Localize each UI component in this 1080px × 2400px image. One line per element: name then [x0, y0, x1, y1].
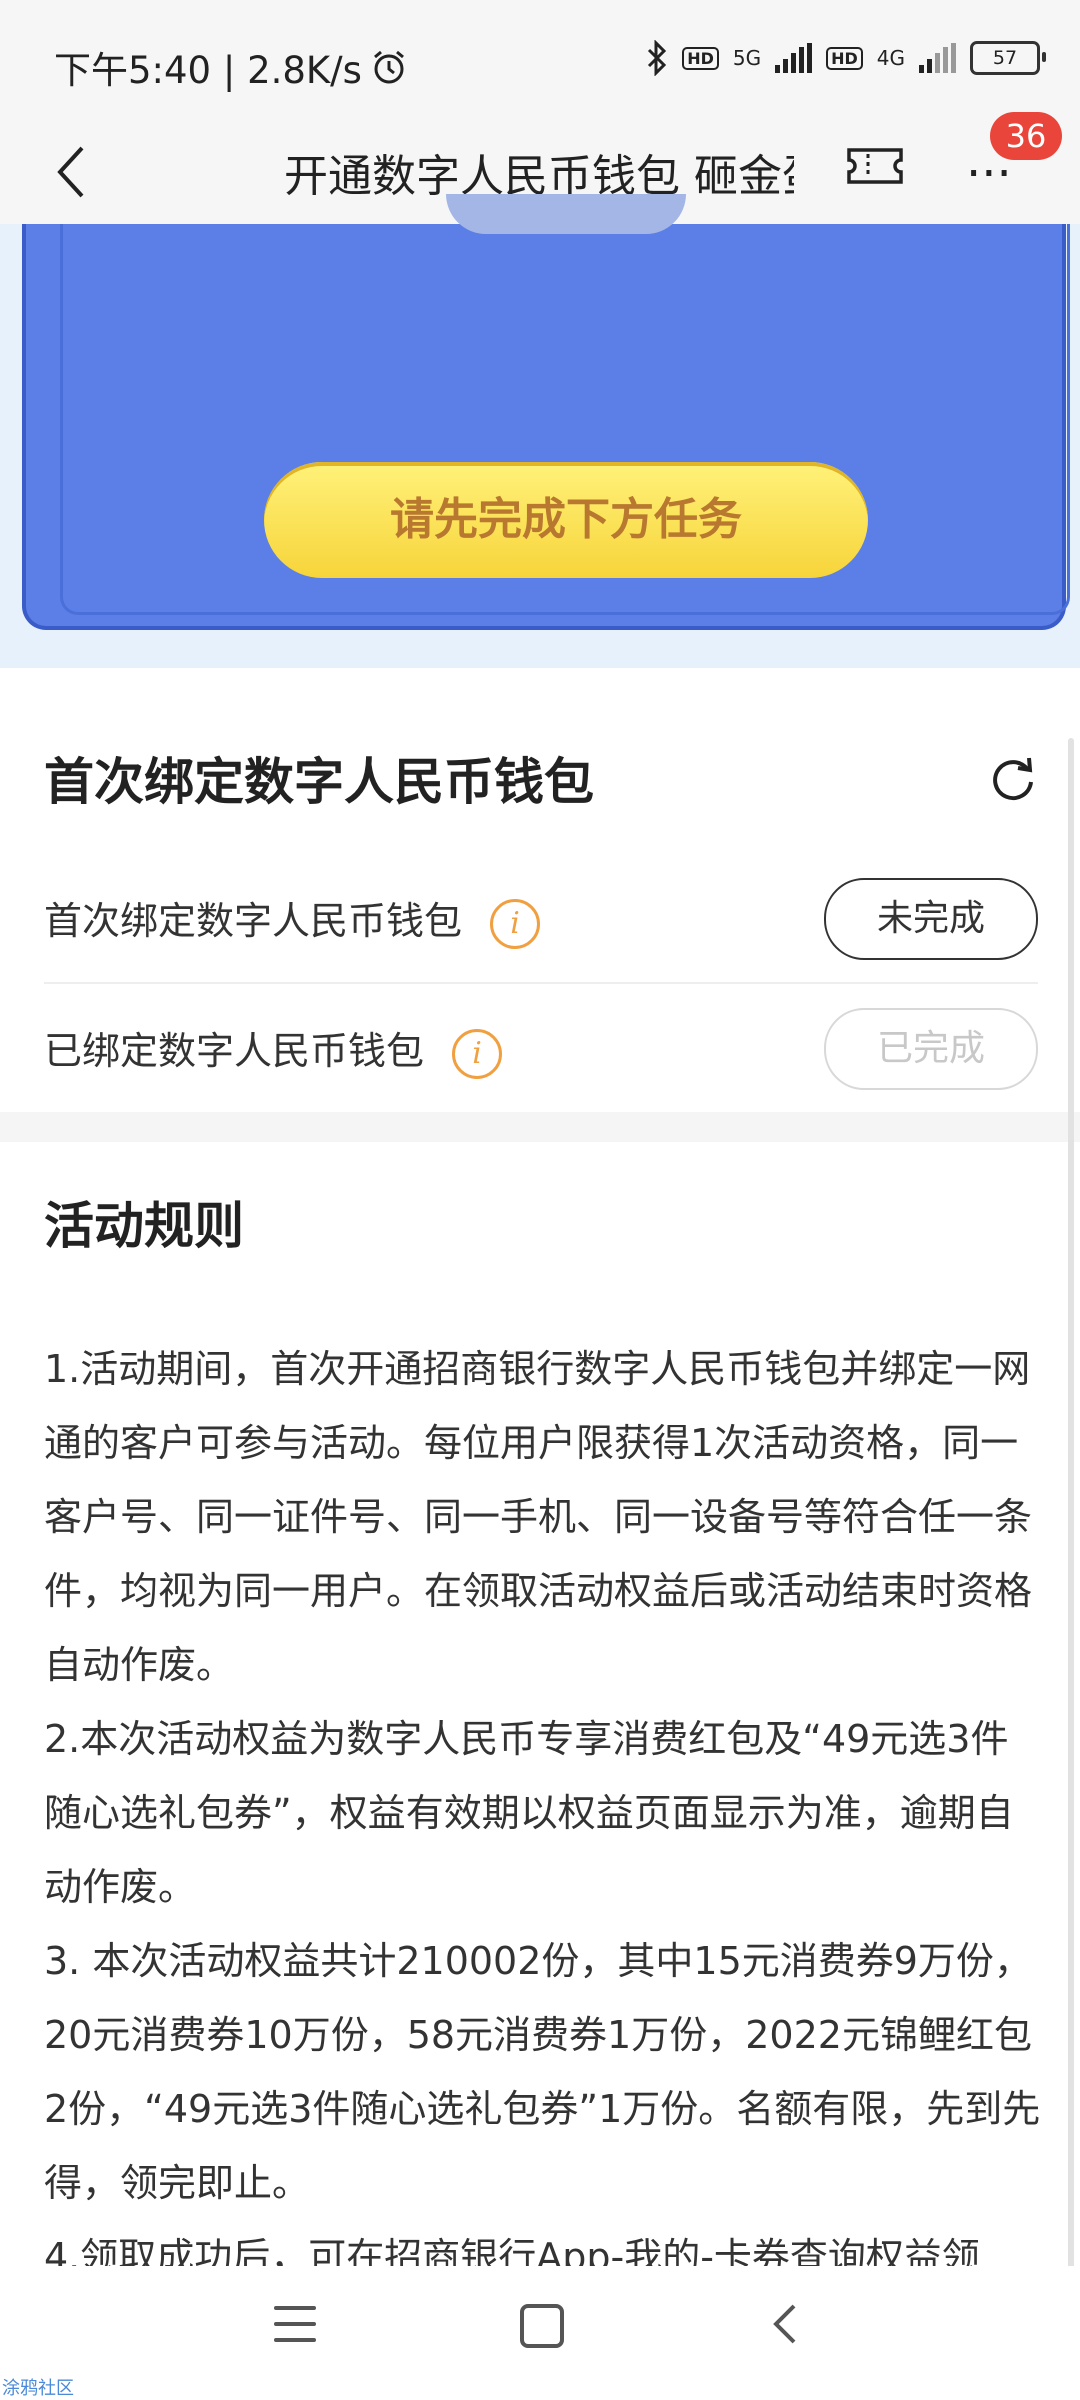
alarm-icon: [373, 50, 404, 84]
network-5g-label: 5G: [732, 46, 762, 70]
home-button[interactable]: [520, 2304, 564, 2348]
task-label: 已绑定数字人民币钱包: [44, 1029, 425, 1073]
task-label-wrap: 已绑定数字人民币钱包 i: [44, 1020, 503, 1079]
rules-text: 1.活动期间，首次开通招商银行数字人民币钱包并绑定一网通的客户可参与活动。每位用…: [44, 1347, 1041, 2279]
task-row: 已绑定数字人民币钱包 i 已完成: [44, 984, 1038, 1112]
task-section-title: 首次绑定数字人民币钱包: [44, 753, 594, 811]
task-label-wrap: 首次绑定数字人民币钱包 i: [44, 890, 541, 949]
system-nav-bar: [0, 2266, 1080, 2400]
info-icon[interactable]: i: [452, 1028, 503, 1079]
bluetooth-icon: [648, 40, 667, 76]
task-label: 首次绑定数字人民币钱包: [44, 899, 463, 943]
recent-apps-button[interactable]: [274, 2306, 316, 2346]
ticket-icon: [847, 148, 903, 184]
status-button-complete: 已完成: [824, 1008, 1038, 1090]
chevron-left-icon: [57, 146, 84, 198]
status-time: 下午5:40 | 2.8K/s: [54, 40, 408, 94]
hd-badge-2: HD: [826, 46, 863, 70]
task-section: 首次绑定数字人民币钱包 首次绑定数字人民币钱包 i 未完成 已绑定数字人民币钱包…: [0, 698, 1080, 1112]
rules-title: 活动规则: [44, 1197, 244, 1255]
ticket-button[interactable]: [846, 146, 904, 190]
info-icon[interactable]: i: [490, 898, 541, 949]
section-divider: [0, 1112, 1080, 1142]
status-icons: HD 5G HD 4G 57: [646, 40, 1046, 76]
battery-icon: 57: [970, 41, 1046, 75]
network-4g-label: 4G: [876, 46, 905, 70]
banner-card: 请先完成下方任务: [22, 194, 1070, 630]
signal-icon-2: [919, 43, 956, 73]
more-button[interactable]: ···: [966, 150, 1026, 214]
banner-area: 请先完成下方任务: [0, 194, 1080, 668]
hd-badge: HD: [682, 46, 719, 70]
system-back-button[interactable]: [770, 2302, 814, 2346]
chevron-left-icon: [773, 2304, 796, 2344]
complete-task-button[interactable]: 请先完成下方任务: [264, 462, 868, 578]
task-row: 首次绑定数字人民币钱包 i 未完成: [44, 854, 1038, 984]
notification-badge: 36: [990, 112, 1062, 160]
scrollbar[interactable]: [1068, 738, 1074, 2298]
refresh-icon: [993, 757, 1033, 801]
status-time-text: 下午5:40 | 2.8K/s: [54, 49, 362, 92]
refresh-button[interactable]: [988, 754, 1038, 804]
back-button[interactable]: [52, 142, 112, 212]
watermark: 涂鸦社区: [2, 2378, 74, 2399]
status-button-incomplete[interactable]: 未完成: [824, 878, 1038, 960]
status-bar: 下午5:40 | 2.8K/s HD 5G HD 4G 57: [0, 0, 1080, 128]
signal-icon: [775, 43, 813, 73]
